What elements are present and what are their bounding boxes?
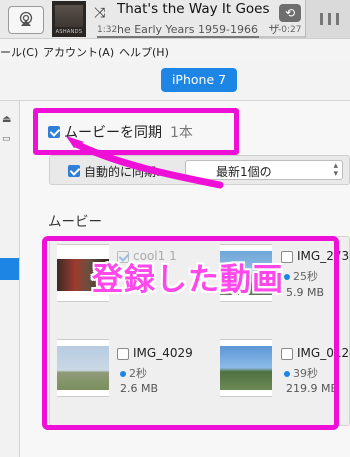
album-art[interactable]: ASHANDS [52, 1, 86, 37]
airplay-button[interactable] [8, 6, 44, 34]
airplay-icon [19, 11, 33, 26]
menu-item-account[interactable]: アカウント(A) [43, 44, 114, 60]
auto-sync-label: 自動的に同期: [84, 165, 161, 179]
time-remaining: -0:27 [278, 25, 302, 35]
auto-sync-checkbox[interactable] [68, 165, 80, 177]
menu-bar: ール(C) アカウント(A) ヘルプ(H) [0, 39, 350, 62]
song-title: That's the Way It Goes [117, 1, 270, 17]
battery-icon: ▭ [2, 134, 11, 144]
auto-sync-select-value: 最新1個の [216, 165, 272, 179]
time-elapsed: 1:32 [97, 25, 118, 35]
progress-fill [97, 36, 260, 38]
annotation-highlight-sync [33, 108, 239, 155]
up-next-area[interactable] [305, 0, 350, 38]
player-bar: ASHANDS ⤨ That's the Way It Goes he Earl… [0, 0, 350, 39]
movies-section-title: ムービー [48, 214, 102, 230]
shuffle-icon[interactable]: ⤨ [94, 5, 105, 21]
select-chevron-icon: ▴ ▾ [333, 161, 338, 179]
song-album: he Early Years 1959-1966 [117, 23, 258, 36]
song-subtitle: he Early Years 1959-1966 ザ [117, 21, 280, 37]
progress-bar[interactable] [97, 36, 305, 38]
device-bar: iPhone 7 [0, 62, 350, 101]
menu-item-help[interactable]: ヘルプ(H) [119, 44, 169, 60]
annotation-callout: 登録した動画 [92, 262, 284, 298]
sidebar-item-movies[interactable] [0, 258, 19, 280]
eject-icon[interactable]: ⏏ [2, 114, 11, 125]
menu-item-controls[interactable]: ール(C) [0, 44, 38, 60]
sidebar: ⏏ ▭ [0, 101, 20, 457]
auto-sync-select[interactable]: 最新1個の ▴ ▾ [185, 160, 343, 180]
repeat-icon[interactable]: ⟲ [279, 4, 301, 22]
device-button[interactable]: iPhone 7 [161, 68, 237, 92]
auto-sync-row: 自動的に同期: 最新1個の ▴▾ ム [49, 155, 350, 185]
album-art-text: ASHANDS [55, 29, 83, 35]
